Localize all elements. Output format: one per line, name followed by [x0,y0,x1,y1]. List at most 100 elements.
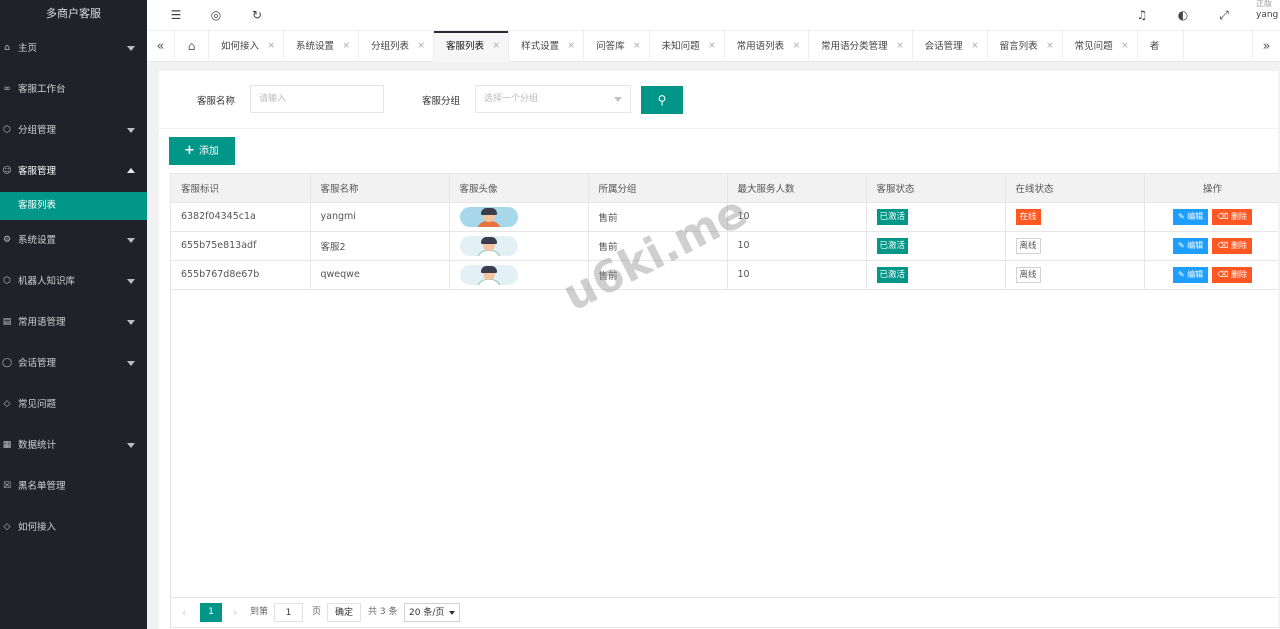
status-badge: 已激活 [876,266,909,283]
close-icon[interactable]: × [896,31,904,62]
close-icon[interactable]: × [493,31,501,62]
tab-qa[interactable]: 问答库 × [584,31,650,62]
edit-button[interactable]: ✎ 编辑 [1172,237,1209,254]
delete-button[interactable]: ⌫ 删除 [1212,208,1253,225]
online-badge: 在线 [1015,208,1041,225]
tab-home-icon[interactable]: ⌂ [175,31,209,62]
sidebar-item-home[interactable]: ⌂ 主页 [0,28,147,69]
column-header[interactable]: 客服名称 [310,174,450,203]
close-icon[interactable]: × [971,31,979,62]
chevron-down-icon [127,320,135,325]
theme-icon[interactable]: ◐ [1173,0,1193,30]
avatar[interactable] [459,264,518,285]
column-header[interactable]: 最大服务人数 [727,174,867,203]
column-header[interactable]: 客服头像 [449,174,589,203]
sidebar-item-sessions[interactable]: ◯ 会话管理 [0,343,147,384]
pagination: ‹ 1 › 到第 1 页 确定 共 3 条 20 条/页 [171,597,1280,627]
column-header[interactable]: 在线状态 [1005,174,1145,203]
tab-group-list[interactable]: 分组列表 × [359,31,435,62]
tab-sessions[interactable]: 会话管理 × [913,31,988,62]
tab-howto[interactable]: 如何接入 × [209,31,285,62]
avatar[interactable] [459,206,518,227]
tab-messages[interactable]: 留言列表 × [988,31,1063,62]
close-icon[interactable]: × [1121,31,1129,62]
user-menu[interactable]: 正版 yang [1254,0,1280,30]
total-count: 共 3 条 [368,607,398,617]
tab-label: 样式设置 [521,41,560,52]
close-icon[interactable]: × [342,31,350,62]
column-header[interactable]: 操作 [1144,174,1280,203]
sidebar-item-stats[interactable]: ▦ 数据统计 [0,425,147,466]
close-icon[interactable]: × [793,31,801,62]
table-row[interactable]: 655b767d8e67b qweqwe 售前 10 已激活 离线 ✎ 编辑 ⌫ … [171,260,1280,290]
globe-icon[interactable]: ◎ [206,0,226,30]
tab-label: 问答库 [596,41,625,52]
refresh-icon[interactable]: ↻ [247,0,267,30]
sidebar-item-label: 分组管理 [18,125,57,136]
sidebar-item-agents[interactable]: ☺ 客服管理 [0,151,147,192]
prev-page-icon[interactable]: ‹ [182,603,186,622]
chevron-down-icon [127,361,135,366]
delete-button[interactable]: ⌫ 删除 [1212,237,1253,254]
tab-agent-list[interactable]: 客服列表 × [434,31,510,62]
add-agent-button[interactable]: + 添加 [169,137,235,165]
page-size-value: 20 条/页 [409,608,445,618]
shield-icon: ◇ [3,399,11,409]
tab-unknown[interactable]: 未知问题 × [650,31,725,62]
close-icon[interactable]: × [633,31,641,62]
sidebar-item-label: 常用语管理 [18,317,66,328]
blacklist-icon: ☒ [2,481,12,491]
agent-name: 客服2 [310,231,450,261]
sidebar-item-agent-list[interactable]: 客服列表 [0,192,147,220]
tab-phrase-category[interactable]: 常用语分类管理 × [809,31,913,62]
sidebar-item-phrases[interactable]: ▤ 常用语管理 [0,302,147,343]
close-icon[interactable]: × [708,31,716,62]
edit-button[interactable]: ✎ 编辑 [1172,208,1209,225]
add-label: 添加 [198,146,219,157]
sidebar-item-blacklist[interactable]: ☒ 黑名单管理 [0,466,147,507]
chevron-down-icon [127,443,135,448]
page-jump-button[interactable]: 确定 [327,603,361,622]
tab-phrase-list[interactable]: 常用语列表 × [725,31,810,62]
search-button[interactable]: ⚲ [641,86,683,114]
sidebar-item-settings[interactable]: ⚙ 系统设置 [0,220,147,261]
close-icon[interactable]: × [1046,31,1054,62]
sidebar-item-label: 黑名单管理 [18,481,66,492]
bell-icon[interactable]: ♫ [1132,0,1152,30]
tab-label: 如何接入 [221,41,260,52]
page-unit-label: 页 [312,607,322,617]
close-icon[interactable]: × [568,31,576,62]
agent-group-select[interactable]: 选择一个分组 [475,85,631,113]
fullscreen-icon[interactable]: ⤢ [1214,0,1234,30]
page-jump-input[interactable]: 1 [274,603,303,622]
tab-faq[interactable]: 常见问题 × [1063,31,1138,62]
tab-settings[interactable]: 系统设置 × [284,31,360,62]
agent-name: yangmi [310,202,450,232]
delete-button[interactable]: ⌫ 删除 [1212,266,1253,283]
page-size-select[interactable]: 20 条/页 [404,603,460,622]
page-current[interactable]: 1 [200,603,222,622]
close-icon[interactable]: × [267,31,275,62]
tab-more[interactable]: 者 [1138,31,1185,62]
agent-name-input[interactable]: 请输入 [250,85,384,113]
tab-label: 未知问题 [661,41,700,52]
sidebar-item-groups[interactable]: ⬡ 分组管理 [0,110,147,151]
edit-button[interactable]: ✎ 编辑 [1172,266,1209,283]
agent-name-label: 客服名称 [197,96,236,107]
tab-style[interactable]: 样式设置 × [509,31,585,62]
tabs-scroll-right-icon[interactable]: » [1252,31,1280,62]
sidebar-item-robot-kb[interactable]: ⬡ 机器人知识库 [0,261,147,302]
agent-max: 10 [727,231,867,261]
avatar[interactable] [459,235,518,256]
sidebar-item-workbench[interactable]: ∞ 客服工作台 [0,69,147,110]
column-header[interactable]: 客服标识 [171,174,311,203]
column-header[interactable]: 客服状态 [866,174,1006,203]
close-icon[interactable]: × [418,31,426,62]
menu-toggle-icon[interactable]: ☰ [166,0,186,30]
sidebar-item-faq[interactable]: ◇ 常见问题 [0,384,147,425]
tabs-scroll-left-icon[interactable]: « [147,31,175,62]
sidebar-item-howto[interactable]: ◇ 如何接入 [0,507,147,548]
agent-group-label: 客服分组 [422,96,461,107]
chart-icon: ▦ [2,440,12,450]
next-page-icon[interactable]: › [233,603,237,622]
